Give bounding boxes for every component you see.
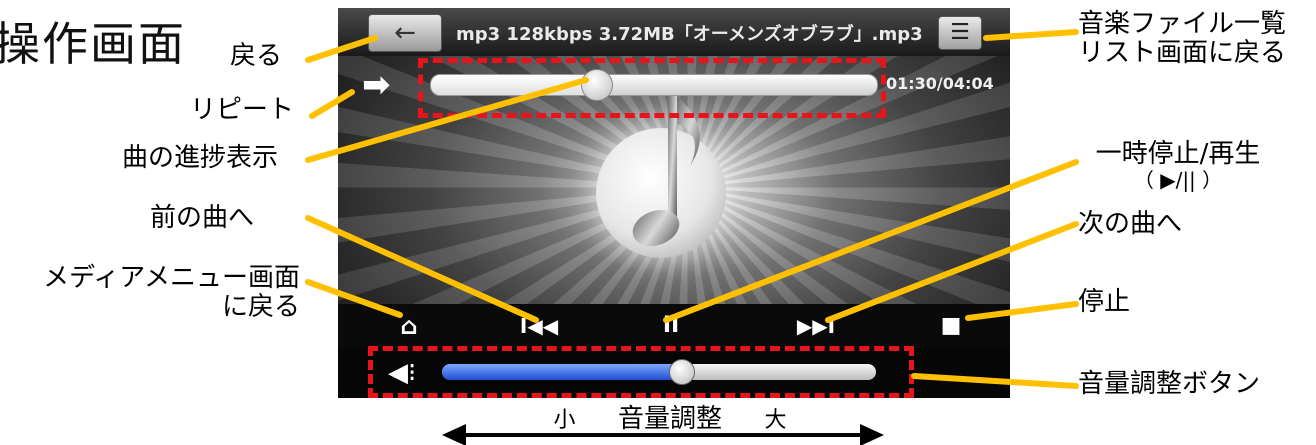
callout-line-stop (965, 301, 1079, 321)
callout-line-volume (911, 373, 1079, 389)
callout-line-repeat (309, 89, 355, 119)
callout-line-prev (305, 215, 539, 323)
callout-line-media-menu (305, 279, 403, 318)
callout-line-pause (663, 159, 1079, 323)
callout-line-back (305, 35, 378, 63)
callout-lines (305, 29, 1079, 445)
callout-line-music-list (983, 29, 1079, 41)
volume-range-arrow (442, 424, 884, 445)
callout-line-next (825, 221, 1079, 323)
